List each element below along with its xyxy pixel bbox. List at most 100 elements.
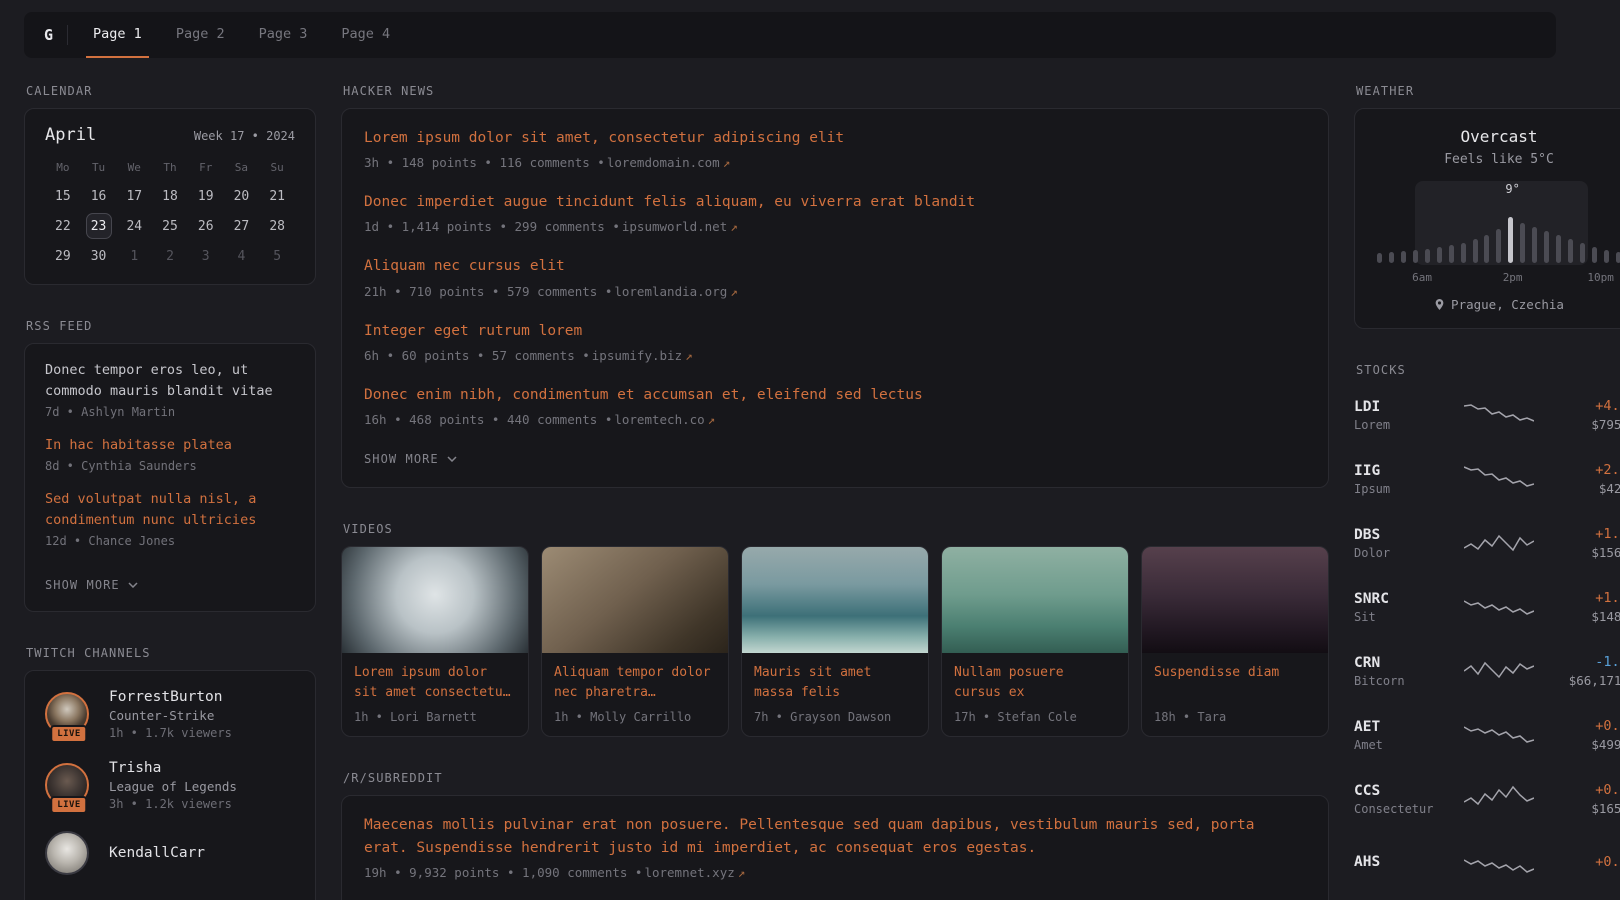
video-card[interactable]: Suspendisse diam 18h • Tara: [1141, 546, 1329, 737]
external-link-icon: ↗: [708, 412, 716, 427]
rss-item-title[interactable]: Donec tempor eros leo, ut commodo mauris…: [45, 360, 295, 402]
calendar-day: 3: [188, 242, 224, 272]
calendar-day-header: Sa: [224, 157, 260, 182]
hacker-news-widget-title: HACKER NEWS: [343, 84, 1329, 98]
stock-row[interactable]: CRNBitcorn -1.00%$66,171.48: [1354, 639, 1620, 703]
video-card[interactable]: Nullam posuere cursus ex 17h • Stefan Co…: [941, 546, 1129, 737]
video-thumbnail: [1142, 547, 1328, 653]
channel-name[interactable]: KendallCarr: [109, 845, 205, 861]
stock-price: $42.04: [1552, 481, 1620, 496]
hn-item: Lorem ipsum dolor sit amet, consectetur …: [364, 127, 1306, 170]
reddit-source-link[interactable]: loremnet.xyz: [644, 865, 734, 880]
chevron-down-icon: [128, 582, 138, 588]
hn-item-title[interactable]: Donec enim nibh, condimentum et accumsan…: [364, 384, 1306, 407]
reddit-widget-title: /R/SUBREDDIT: [343, 771, 1329, 785]
calendar-day: 20: [224, 182, 260, 212]
reddit-meta-text: 19h • 9,932 points • 1,090 comments •: [364, 865, 642, 880]
calendar-widget-title: CALENDAR: [26, 84, 316, 98]
time-label: 10pm: [1587, 271, 1614, 284]
external-link-icon: ↗: [723, 155, 731, 170]
calendar-days-grid: 1516171819202122232425262728293012345: [45, 182, 295, 272]
stock-symbol: DBS: [1354, 527, 1446, 543]
hn-item-meta: 1d • 1,414 points • 299 comments •ipsumw…: [364, 219, 1306, 234]
calendar-day: 30: [81, 242, 117, 272]
weather-hourly-chart: 9° 6am 2pm 10pm: [1375, 181, 1620, 285]
rss-item-title[interactable]: In hac habitasse platea: [45, 435, 295, 456]
rss-show-more-button[interactable]: SHOW MORE: [45, 578, 138, 592]
weather-widget-title: WEATHER: [1356, 84, 1620, 98]
calendar-day-headers: MoTuWeThFrSaSu: [45, 157, 295, 182]
hacker-news-card: Lorem ipsum dolor sit amet, consectetur …: [341, 108, 1329, 488]
stock-row[interactable]: AHS +0.46%: [1354, 831, 1620, 895]
hn-item-meta: 6h • 60 points • 57 comments •ipsumify.b…: [364, 348, 1306, 363]
hn-item-meta: 3h • 148 points • 116 comments •loremdom…: [364, 155, 1306, 170]
time-label: 6am: [1412, 271, 1432, 284]
hn-source-link[interactable]: ipsumworld.net: [622, 219, 727, 234]
stock-row[interactable]: CCSConsectetur +0.51%$165.84: [1354, 767, 1620, 831]
hn-item-title[interactable]: Integer eget rutrum lorem: [364, 320, 1306, 343]
reddit-post: Maecenas mollis pulvinar erat non posuer…: [364, 814, 1306, 880]
logo[interactable]: G: [38, 26, 67, 44]
stock-row[interactable]: IIGIpsum +2.84%$42.04: [1354, 447, 1620, 511]
stock-row[interactable]: DBSDolor +1.42%$156.28: [1354, 511, 1620, 575]
weather-time-labels: 6am 2pm 10pm: [1375, 271, 1620, 285]
twitch-widget: TWITCH CHANNELS LIVE ForrestBurton Count…: [24, 646, 316, 900]
weather-bar: [1604, 250, 1609, 263]
hn-source-link[interactable]: loremtech.co: [614, 412, 704, 427]
weather-bar: [1580, 243, 1585, 263]
weather-bar: [1532, 227, 1537, 263]
hn-source-link[interactable]: ipsumify.biz: [592, 348, 682, 363]
tab-page-1[interactable]: Page 1: [86, 12, 149, 58]
calendar-month: April: [45, 125, 96, 145]
external-link-icon: ↗: [730, 284, 738, 299]
stock-row[interactable]: SNRCSit +1.36%$148.64: [1354, 575, 1620, 639]
tab-page-4[interactable]: Page 4: [334, 12, 397, 58]
hn-item-title[interactable]: Donec imperdiet augue tincidunt felis al…: [364, 191, 1306, 214]
avatar-wrap: LIVE: [45, 763, 93, 807]
stock-price: $148.64: [1552, 609, 1620, 624]
calendar-week-info: Week 17 • 2024: [194, 129, 295, 143]
video-card[interactable]: Aliquam tempor dolor nec pharetra… 1h • …: [541, 546, 729, 737]
twitch-channel-row[interactable]: KendallCarr: [45, 831, 295, 875]
video-card[interactable]: Lorem ipsum dolor sit amet consectetu… 1…: [341, 546, 529, 737]
weather-widget: WEATHER Overcast Feels like 5°C 9° 6am 2…: [1354, 84, 1620, 329]
video-meta: 18h • Tara: [1154, 710, 1316, 724]
hn-meta-text: 1d • 1,414 points • 299 comments •: [364, 219, 620, 234]
stock-sparkline: [1464, 848, 1534, 878]
calendar-day: 29: [45, 242, 81, 272]
stock-row[interactable]: AETAmet +0.92%$499.72: [1354, 703, 1620, 767]
hn-item-title[interactable]: Aliquam nec cursus elit: [364, 255, 1306, 278]
location-pin-icon: [1434, 298, 1445, 311]
stock-name: Amet: [1354, 738, 1446, 752]
twitch-channel-row[interactable]: LIVE Trisha League of Legends 3h • 1.2k …: [45, 760, 295, 811]
reddit-post-title[interactable]: Maecenas mollis pulvinar erat non posuer…: [364, 814, 1306, 860]
stock-symbol: SNRC: [1354, 591, 1446, 607]
tab-page-3[interactable]: Page 3: [252, 12, 315, 58]
calendar-day: 5: [259, 242, 295, 272]
weather-bar: [1592, 247, 1597, 263]
tab-page-2[interactable]: Page 2: [169, 12, 232, 58]
right-column: WEATHER Overcast Feels like 5°C 9° 6am 2…: [1354, 84, 1620, 900]
stocks-widget-title: STOCKS: [1356, 363, 1620, 377]
rss-item-meta: 7d • Ashlyn Martin: [45, 405, 295, 419]
stock-name: Consectetur: [1354, 802, 1446, 816]
hn-source-link[interactable]: loremdomain.com: [607, 155, 720, 170]
rss-item-title[interactable]: Sed volutpat nulla nisl, a condimentum n…: [45, 489, 295, 531]
hn-show-more-button[interactable]: SHOW MORE: [364, 452, 457, 466]
hn-source-link[interactable]: loremlandia.org: [614, 284, 727, 299]
video-card[interactable]: Mauris sit amet massa felis 7h • Grayson…: [741, 546, 929, 737]
stock-price: $165.84: [1552, 801, 1620, 816]
stock-row[interactable]: LDILorem +4.35%$795.18: [1354, 383, 1620, 447]
weather-bar: [1616, 252, 1620, 263]
channel-name[interactable]: Trisha: [109, 760, 237, 776]
hn-item-title[interactable]: Lorem ipsum dolor sit amet, consectetur …: [364, 127, 1306, 150]
middle-column: HACKER NEWS Lorem ipsum dolor sit amet, …: [341, 84, 1329, 900]
channel-name[interactable]: ForrestBurton: [109, 689, 232, 705]
weather-bar: [1401, 251, 1406, 263]
hn-item-meta: 21h • 710 points • 579 comments •loremla…: [364, 284, 1306, 299]
stock-symbol: CRN: [1354, 655, 1446, 671]
rss-card: Donec tempor eros leo, ut commodo mauris…: [24, 343, 316, 612]
reddit-card: Maecenas mollis pulvinar erat non posuer…: [341, 795, 1329, 900]
twitch-channel-row[interactable]: LIVE ForrestBurton Counter-Strike 1h • 1…: [45, 689, 295, 740]
stock-name: Ipsum: [1354, 482, 1446, 496]
